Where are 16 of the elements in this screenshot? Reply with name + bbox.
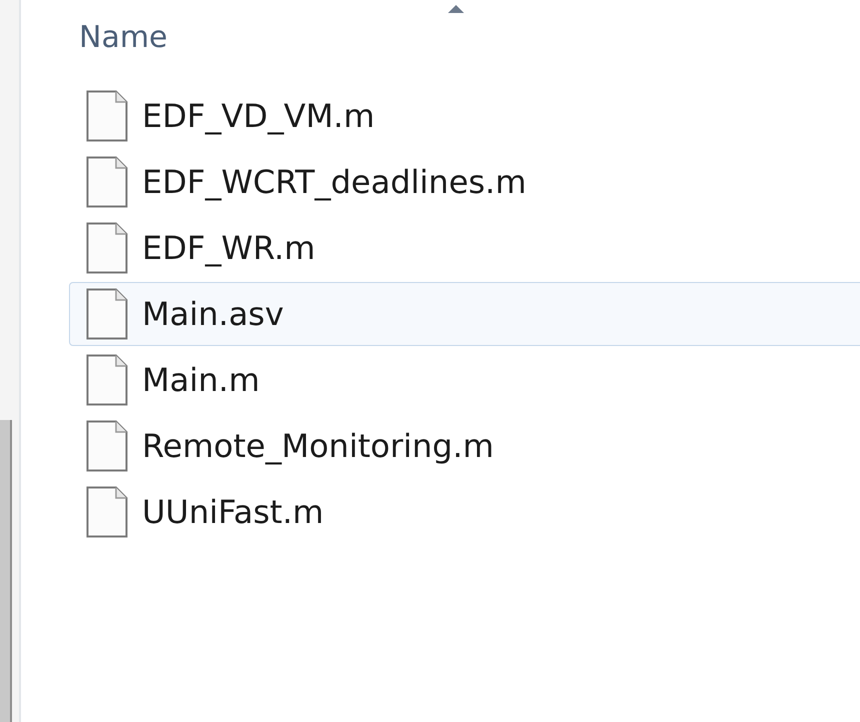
file-row[interactable]: EDF_VD_VM.m: [69, 84, 860, 148]
file-row[interactable]: Remote_Monitoring.m: [69, 414, 860, 478]
file-row[interactable]: EDF_WR.m: [69, 216, 860, 280]
file-icon: [86, 486, 128, 538]
column-header[interactable]: Name: [79, 20, 168, 55]
file-row[interactable]: UUniFast.m: [69, 480, 860, 544]
file-row[interactable]: Main.m: [69, 348, 860, 412]
file-row[interactable]: EDF_WCRT_deadlines.m: [69, 150, 860, 214]
file-icon: [86, 222, 128, 274]
file-icon: [86, 288, 128, 340]
file-icon: [86, 90, 128, 142]
file-icon: [86, 354, 128, 406]
scrollbar-thumb[interactable]: [0, 420, 12, 722]
file-icon: [86, 420, 128, 472]
file-row[interactable]: Main.asv: [69, 282, 860, 346]
file-icon: [86, 156, 128, 208]
